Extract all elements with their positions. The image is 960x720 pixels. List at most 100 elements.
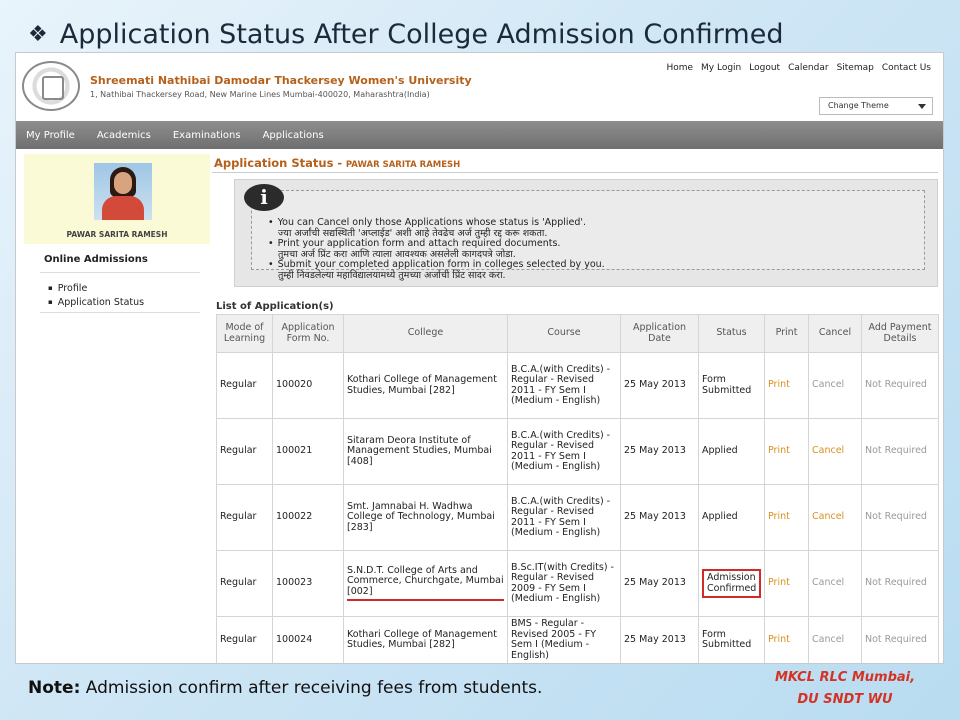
col-form-no: Application Form No. xyxy=(272,314,344,353)
top-link-sitemap[interactable]: Sitemap xyxy=(837,63,874,73)
note-label: Note: xyxy=(28,678,81,698)
university-header: Shreemati Nathibai Damodar Thackersey Wo… xyxy=(16,53,943,119)
nav-applications[interactable]: Applications xyxy=(263,130,324,141)
credit-text: MKCL RLC Mumbai, DU SNDT WU xyxy=(760,667,930,711)
cell-mode: Regular xyxy=(216,484,273,551)
list-title: List of Application(s) xyxy=(216,301,334,312)
col-mode: Mode of Learning xyxy=(216,314,273,353)
cell-form-no: 100020 xyxy=(272,352,344,419)
nav-academics[interactable]: Academics xyxy=(97,130,151,141)
title-divider xyxy=(212,172,938,173)
col-college: College xyxy=(343,314,508,353)
info-item: Print your application form and attach r… xyxy=(268,238,605,260)
sidebar-item-application-status[interactable]: Application Status xyxy=(48,296,144,310)
info-item: Submit your completed application form i… xyxy=(268,260,605,281)
slide-title-text: Application Status After College Admissi… xyxy=(59,18,784,50)
cell-college: Smt. Jamnabai H. Wadhwa College of Techn… xyxy=(343,484,508,551)
table-header-row: Mode of Learning Application Form No. Co… xyxy=(216,314,939,353)
cancel-link[interactable]: Cancel xyxy=(808,418,862,485)
chevron-down-icon xyxy=(918,104,926,109)
cell-course: BMS - Regular - Revised 2005 - FY Sem I … xyxy=(507,616,621,663)
college-highlight: S.N.D.T. College of Arts and Commerce, C… xyxy=(347,565,504,602)
slide-title: ❖ Application Status After College Admis… xyxy=(28,14,784,54)
col-cancel: Cancel xyxy=(808,314,862,353)
status-badge-confirmed: Admission Confirmed xyxy=(702,569,762,598)
cell-course: B.C.A.(with Credits) - Regular - Revised… xyxy=(507,484,621,551)
cell-status: Form Submitted xyxy=(698,352,765,419)
cell-payment: Not Required xyxy=(861,550,939,617)
cancel-link[interactable]: Cancel xyxy=(808,484,862,551)
print-link[interactable]: Print xyxy=(764,550,809,617)
nav-examinations[interactable]: Examinations xyxy=(173,130,241,141)
cell-payment: Not Required xyxy=(861,616,939,663)
note-text: Admission confirm after receiving fees f… xyxy=(85,678,543,698)
info-inner: i You can Cancel only those Applications… xyxy=(244,184,925,281)
info-box: i You can Cancel only those Applications… xyxy=(234,179,938,287)
portal-screenshot: Shreemati Nathibai Damodar Thackersey Wo… xyxy=(15,52,944,664)
sidebar-item-profile[interactable]: Profile xyxy=(48,282,144,296)
print-link[interactable]: Print xyxy=(764,418,809,485)
cell-status: Form Submitted xyxy=(698,616,765,663)
cell-college: S.N.D.T. College of Arts and Commerce, C… xyxy=(343,550,508,617)
main-content: Application Status - PAWAR SARITA RAMESH… xyxy=(212,154,939,663)
top-link-logout[interactable]: Logout xyxy=(749,63,780,73)
cell-course: B.C.A.(with Credits) - Regular - Revised… xyxy=(507,418,621,485)
university-address: 1, Nathibai Thackersey Road, New Marine … xyxy=(90,90,430,99)
sidebar-divider xyxy=(40,312,200,313)
cell-status: Applied xyxy=(698,418,765,485)
cell-mode: Regular xyxy=(216,616,273,663)
top-link-contact-us[interactable]: Contact Us xyxy=(882,63,931,73)
profile-photo xyxy=(94,163,152,220)
university-logo-icon xyxy=(22,61,80,111)
cell-form-no: 100021 xyxy=(272,418,344,485)
table-row: Regular 100022 Smt. Jamnabai H. Wadhwa C… xyxy=(216,484,939,551)
cell-college: Kothari College of Management Studies, M… xyxy=(343,352,508,419)
slide-note: Note: Admission confirm after receiving … xyxy=(28,678,542,698)
cell-payment: Not Required xyxy=(861,418,939,485)
print-link[interactable]: Print xyxy=(764,616,809,663)
profile-name: PAWAR SARITA RAMESH xyxy=(66,230,168,239)
table-row: Regular 100023 S.N.D.T. College of Arts … xyxy=(216,550,939,617)
print-link[interactable]: Print xyxy=(764,484,809,551)
profile-box: PAWAR SARITA RAMESH xyxy=(24,154,210,244)
col-date: Application Date xyxy=(620,314,699,353)
col-print: Print xyxy=(764,314,809,353)
cancel-link-disabled: Cancel xyxy=(808,550,862,617)
cell-status: Admission Confirmed xyxy=(698,550,765,617)
cell-date: 25 May 2013 xyxy=(620,616,699,663)
change-theme-label: Change Theme xyxy=(828,101,889,110)
cancel-link-disabled: Cancel xyxy=(808,616,862,663)
applications-table: Mode of Learning Application Form No. Co… xyxy=(216,314,939,663)
change-theme-select[interactable]: Change Theme xyxy=(819,97,933,115)
cell-form-no: 100023 xyxy=(272,550,344,617)
col-course: Course xyxy=(507,314,621,353)
main-nav: My Profile Academics Examinations Applic… xyxy=(16,121,943,149)
cell-mode: Regular xyxy=(216,418,273,485)
col-payment: Add Payment Details xyxy=(861,314,939,353)
cell-status: Applied xyxy=(698,484,765,551)
cell-college: Sitaram Deora Institute of Management St… xyxy=(343,418,508,485)
cell-date: 25 May 2013 xyxy=(620,550,699,617)
table-row: Regular 100024 Kothari College of Manage… xyxy=(216,616,939,663)
cancel-link-disabled: Cancel xyxy=(808,352,862,419)
cell-date: 25 May 2013 xyxy=(620,352,699,419)
top-link-calendar[interactable]: Calendar xyxy=(788,63,828,73)
credit-line-2: DU SNDT WU xyxy=(797,692,893,707)
nav-my-profile[interactable]: My Profile xyxy=(26,130,75,141)
col-status: Status xyxy=(698,314,765,353)
cell-date: 25 May 2013 xyxy=(620,484,699,551)
sidebar: PAWAR SARITA RAMESH Online Admissions Pr… xyxy=(24,154,210,659)
page-title: Application Status - PAWAR SARITA RAMESH xyxy=(214,156,460,170)
top-link-my-login[interactable]: My Login xyxy=(701,63,741,73)
diamond-bullet-icon: ❖ xyxy=(28,21,48,47)
cell-mode: Regular xyxy=(216,352,273,419)
cell-college: Kothari College of Management Studies, M… xyxy=(343,616,508,663)
cell-date: 25 May 2013 xyxy=(620,418,699,485)
cell-course: B.Sc.IT(with Credits) - Regular - Revise… xyxy=(507,550,621,617)
sidebar-heading: Online Admissions xyxy=(44,254,148,265)
sidebar-divider xyxy=(40,272,200,273)
cell-form-no: 100022 xyxy=(272,484,344,551)
cell-form-no: 100024 xyxy=(272,616,344,663)
print-link[interactable]: Print xyxy=(764,352,809,419)
top-link-home[interactable]: Home xyxy=(666,63,693,73)
